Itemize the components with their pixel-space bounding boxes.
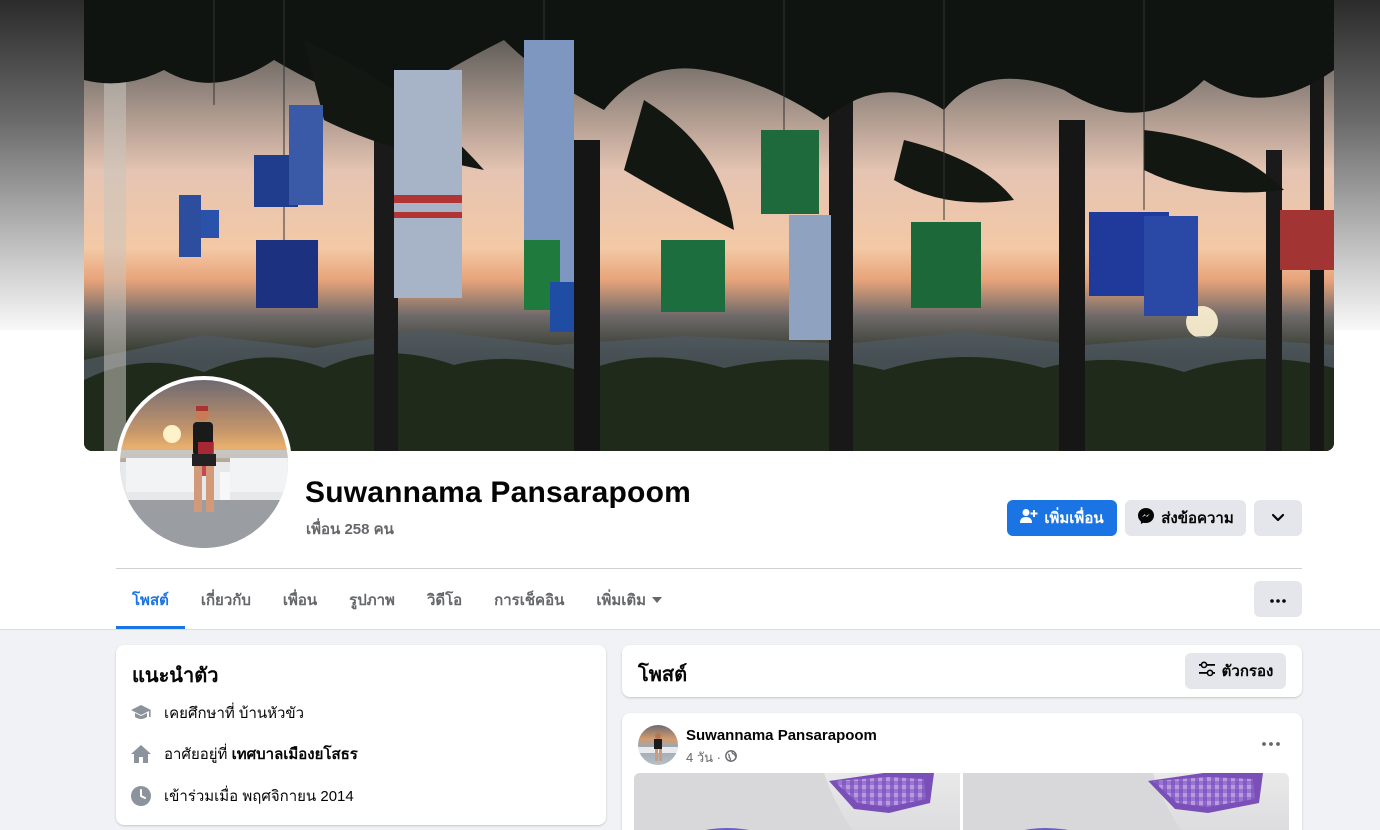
profile-picture[interactable] — [116, 376, 292, 552]
tab-label: เพื่อน — [282, 591, 318, 609]
tab-label: โพสต์ — [132, 591, 169, 609]
graduation-cap-icon — [130, 702, 152, 724]
caret-down-icon — [652, 596, 663, 603]
cover-photo[interactable] — [84, 0, 1334, 451]
intro-joined: เข้าร่วมเมื่อ พฤศจิกายน 2014 — [130, 784, 354, 808]
tab-about[interactable]: เกี่ยวกับ — [185, 570, 267, 629]
profile-photo — [120, 380, 288, 548]
tab-label: เกี่ยวกับ — [200, 591, 251, 609]
filter-label: ตัวกรอง — [1221, 663, 1274, 680]
intro-education-text: เคยศึกษาที่ บ้านหัวขัว — [164, 705, 305, 722]
chevron-down-icon — [1271, 510, 1285, 527]
post-author-avatar[interactable] — [638, 725, 678, 765]
globe-icon — [725, 750, 737, 765]
intro-title: แนะนำตัว — [132, 665, 219, 687]
tab-label: รูปภาพ — [349, 591, 395, 609]
intro-lives-place[interactable]: เทศบาลเมืองยโสธร — [232, 746, 358, 763]
intro-education: เคยศึกษาที่ บ้านหัวขัว — [130, 701, 304, 725]
intro-lives-prefix: อาศัยอยู่ที่ — [164, 746, 228, 763]
tab-videos[interactable]: วิดีโอ — [411, 570, 478, 629]
add-friend-label: เพิ่มเพื่อน — [1044, 510, 1104, 527]
profile-options-button[interactable] — [1254, 500, 1302, 536]
message-label: ส่งข้อความ — [1161, 510, 1234, 527]
message-button[interactable]: ส่งข้อความ — [1125, 500, 1246, 536]
more-dots-icon — [1270, 590, 1286, 608]
filter-button[interactable]: ตัวกรอง — [1185, 653, 1286, 689]
tab-posts[interactable]: โพสต์ — [116, 570, 185, 629]
post-card: Suwannama Pansarapoom 4 วัน · — [622, 713, 1302, 830]
tabs-more-options-button[interactable] — [1254, 581, 1302, 617]
intro-lives-text: อาศัยอยู่ที่ เทศบาลเมืองยโสธร — [164, 742, 358, 766]
intro-joined-text: เข้าร่วมเมื่อ พฤศจิกายน 2014 — [164, 788, 354, 805]
post-time[interactable]: 4 วัน · — [686, 747, 721, 768]
tab-label: เพิ่มเติม — [596, 591, 647, 609]
tab-label: วิดีโอ — [426, 591, 463, 609]
tab-label: การเช็คอิน — [494, 591, 565, 609]
header-bottom-border — [0, 629, 1380, 630]
profile-tabs: โพสต์ เกี่ยวกับ เพื่อน รูปภาพ วิดีโอ การ… — [116, 570, 678, 629]
clock-icon — [130, 785, 152, 807]
intro-lives: อาศัยอยู่ที่ เทศบาลเมืองยโสธร — [130, 742, 358, 766]
post-meta: 4 วัน · — [686, 747, 737, 768]
profile-name: Suwannama Pansarapoom — [305, 476, 691, 509]
posts-title: โพสต์ — [638, 664, 688, 686]
intro-card: แนะนำตัว เคยศึกษาที่ บ้านหัวขัว อาศัยอยู… — [116, 645, 606, 825]
post-image[interactable] — [634, 773, 960, 830]
tab-photos[interactable]: รูปภาพ — [333, 570, 411, 629]
add-friend-icon — [1020, 508, 1038, 528]
tab-checkins[interactable]: การเช็คอิน — [478, 570, 580, 629]
filter-icon — [1198, 661, 1216, 681]
posts-header-card: โพสต์ ตัวกรอง — [622, 645, 1302, 697]
header-divider — [116, 568, 1302, 569]
tab-more[interactable]: เพิ่มเติม — [580, 570, 678, 629]
home-icon — [130, 743, 152, 765]
add-friend-button[interactable]: เพิ่มเพื่อน — [1007, 500, 1117, 536]
more-dots-icon — [1262, 733, 1280, 750]
post-image[interactable] — [963, 773, 1289, 830]
post-author-name[interactable]: Suwannama Pansarapoom — [686, 727, 877, 744]
post-options-button[interactable] — [1262, 733, 1280, 751]
friends-count[interactable]: เพื่อน 258 คน — [306, 517, 394, 541]
tab-friends[interactable]: เพื่อน — [267, 570, 333, 629]
messenger-icon — [1137, 507, 1155, 529]
